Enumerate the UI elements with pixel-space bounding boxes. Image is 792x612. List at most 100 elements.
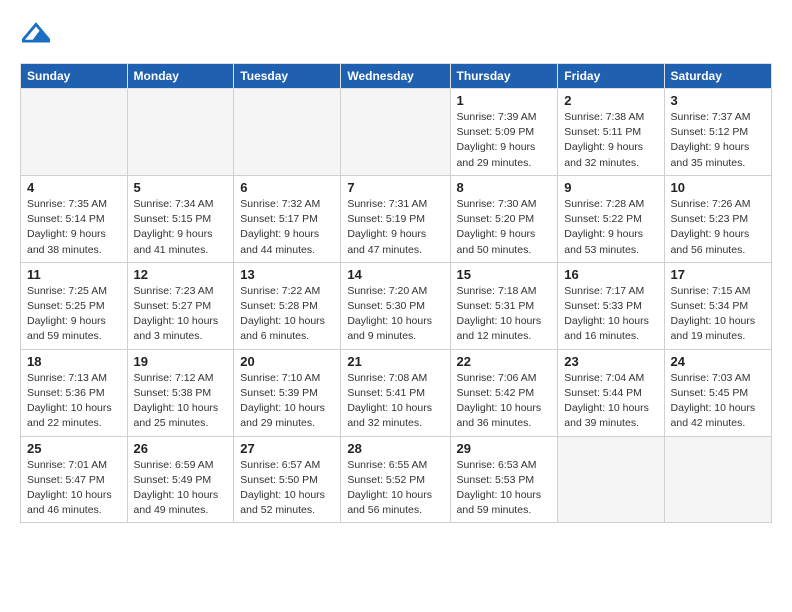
- calendar-cell: 1 Sunrise: 7:39 AMSunset: 5:09 PMDaylight…: [450, 89, 558, 176]
- day-header-monday: Monday: [127, 64, 234, 89]
- week-row-2: 4 Sunrise: 7:35 AMSunset: 5:14 PMDaylight…: [21, 175, 772, 262]
- day-info: Sunrise: 7:35 AMSunset: 5:14 PMDaylight:…: [27, 197, 121, 258]
- calendar-cell: 26 Sunrise: 6:59 AMSunset: 5:49 PMDayligh…: [127, 436, 234, 523]
- day-number: 17: [671, 267, 765, 282]
- day-info: Sunrise: 7:30 AMSunset: 5:20 PMDaylight:…: [457, 197, 552, 258]
- header: [20, 18, 772, 51]
- day-info: Sunrise: 7:17 AMSunset: 5:33 PMDaylight:…: [564, 284, 657, 345]
- day-header-thursday: Thursday: [450, 64, 558, 89]
- day-info: Sunrise: 6:59 AMSunset: 5:49 PMDaylight:…: [134, 458, 228, 519]
- calendar-cell: [558, 436, 664, 523]
- calendar-cell: 10 Sunrise: 7:26 AMSunset: 5:23 PMDayligh…: [664, 175, 771, 262]
- day-info: Sunrise: 7:34 AMSunset: 5:15 PMDaylight:…: [134, 197, 228, 258]
- calendar-cell: 28Sunrise: 6:55 AMSunset: 5:52 PMDayligh…: [341, 436, 450, 523]
- calendar-cell: [664, 436, 771, 523]
- calendar-cell: 23 Sunrise: 7:04 AMSunset: 5:44 PMDayligh…: [558, 349, 664, 436]
- day-info: Sunrise: 7:25 AMSunset: 5:25 PMDaylight:…: [27, 284, 121, 345]
- day-info: Sunrise: 7:39 AMSunset: 5:09 PMDaylight:…: [457, 110, 552, 171]
- day-info: Sunrise: 6:57 AMSunset: 5:50 PMDaylight:…: [240, 458, 334, 519]
- day-info: Sunrise: 7:01 AMSunset: 5:47 PMDaylight:…: [27, 458, 121, 519]
- day-info: Sunrise: 7:20 AMSunset: 5:30 PMDaylight:…: [347, 284, 443, 345]
- day-number: 5: [134, 180, 228, 195]
- day-number: 19: [134, 354, 228, 369]
- day-info: Sunrise: 7:38 AMSunset: 5:11 PMDaylight:…: [564, 110, 657, 171]
- calendar-cell: [127, 89, 234, 176]
- day-info: Sunrise: 7:15 AMSunset: 5:34 PMDaylight:…: [671, 284, 765, 345]
- calendar-page: SundayMondayTuesdayWednesdayThursdayFrid…: [0, 0, 792, 533]
- day-info: Sunrise: 7:08 AMSunset: 5:41 PMDaylight:…: [347, 371, 443, 432]
- calendar-cell: 3 Sunrise: 7:37 AMSunset: 5:12 PMDaylight…: [664, 89, 771, 176]
- day-number: 6: [240, 180, 334, 195]
- calendar-cell: 5 Sunrise: 7:34 AMSunset: 5:15 PMDaylight…: [127, 175, 234, 262]
- day-info: Sunrise: 7:04 AMSunset: 5:44 PMDaylight:…: [564, 371, 657, 432]
- day-number: 22: [457, 354, 552, 369]
- day-info: Sunrise: 7:22 AMSunset: 5:28 PMDaylight:…: [240, 284, 334, 345]
- calendar-cell: 27 Sunrise: 6:57 AMSunset: 5:50 PMDayligh…: [234, 436, 341, 523]
- day-number: 25: [27, 441, 121, 456]
- calendar-cell: 6 Sunrise: 7:32 AMSunset: 5:17 PMDaylight…: [234, 175, 341, 262]
- calendar-cell: 21 Sunrise: 7:08 AMSunset: 5:41 PMDayligh…: [341, 349, 450, 436]
- calendar-cell: 17 Sunrise: 7:15 AMSunset: 5:34 PMDayligh…: [664, 262, 771, 349]
- day-number: 3: [671, 93, 765, 108]
- day-number: 1: [457, 93, 552, 108]
- day-number: 26: [134, 441, 228, 456]
- day-number: 23: [564, 354, 657, 369]
- day-number: 2: [564, 93, 657, 108]
- week-row-4: 18Sunrise: 7:13 AMSunset: 5:36 PMDayligh…: [21, 349, 772, 436]
- day-number: 10: [671, 180, 765, 195]
- week-row-1: 1 Sunrise: 7:39 AMSunset: 5:09 PMDaylight…: [21, 89, 772, 176]
- day-info: Sunrise: 7:23 AMSunset: 5:27 PMDaylight:…: [134, 284, 228, 345]
- day-number: 9: [564, 180, 657, 195]
- day-number: 13: [240, 267, 334, 282]
- day-header-saturday: Saturday: [664, 64, 771, 89]
- day-number: 15: [457, 267, 552, 282]
- day-info: Sunrise: 7:10 AMSunset: 5:39 PMDaylight:…: [240, 371, 334, 432]
- day-info: Sunrise: 7:26 AMSunset: 5:23 PMDaylight:…: [671, 197, 765, 258]
- day-number: 29: [457, 441, 552, 456]
- calendar-cell: 15Sunrise: 7:18 AMSunset: 5:31 PMDayligh…: [450, 262, 558, 349]
- days-header-row: SundayMondayTuesdayWednesdayThursdayFrid…: [21, 64, 772, 89]
- day-number: 20: [240, 354, 334, 369]
- calendar-cell: 19Sunrise: 7:12 AMSunset: 5:38 PMDayligh…: [127, 349, 234, 436]
- day-number: 12: [134, 267, 228, 282]
- day-number: 4: [27, 180, 121, 195]
- calendar-cell: 4 Sunrise: 7:35 AMSunset: 5:14 PMDaylight…: [21, 175, 128, 262]
- day-number: 16: [564, 267, 657, 282]
- calendar-cell: [234, 89, 341, 176]
- day-info: Sunrise: 6:53 AMSunset: 5:53 PMDaylight:…: [457, 458, 552, 519]
- calendar-cell: 29 Sunrise: 6:53 AMSunset: 5:53 PMDayligh…: [450, 436, 558, 523]
- calendar-cell: [341, 89, 450, 176]
- calendar-cell: 16 Sunrise: 7:17 AMSunset: 5:33 PMDayligh…: [558, 262, 664, 349]
- calendar-cell: 22Sunrise: 7:06 AMSunset: 5:42 PMDayligh…: [450, 349, 558, 436]
- calendar-table: SundayMondayTuesdayWednesdayThursdayFrid…: [20, 63, 772, 523]
- day-info: Sunrise: 7:32 AMSunset: 5:17 PMDaylight:…: [240, 197, 334, 258]
- calendar-cell: 13 Sunrise: 7:22 AMSunset: 5:28 PMDayligh…: [234, 262, 341, 349]
- day-number: 24: [671, 354, 765, 369]
- calendar-cell: 8 Sunrise: 7:30 AMSunset: 5:20 PMDaylight…: [450, 175, 558, 262]
- day-info: Sunrise: 7:28 AMSunset: 5:22 PMDaylight:…: [564, 197, 657, 258]
- day-header-friday: Friday: [558, 64, 664, 89]
- week-row-3: 11Sunrise: 7:25 AMSunset: 5:25 PMDayligh…: [21, 262, 772, 349]
- calendar-cell: 7Sunrise: 7:31 AMSunset: 5:19 PMDaylight…: [341, 175, 450, 262]
- day-number: 8: [457, 180, 552, 195]
- calendar-cell: [21, 89, 128, 176]
- day-header-sunday: Sunday: [21, 64, 128, 89]
- logo: [20, 18, 50, 51]
- day-number: 21: [347, 354, 443, 369]
- day-header-wednesday: Wednesday: [341, 64, 450, 89]
- week-row-5: 25 Sunrise: 7:01 AMSunset: 5:47 PMDayligh…: [21, 436, 772, 523]
- calendar-cell: 11Sunrise: 7:25 AMSunset: 5:25 PMDayligh…: [21, 262, 128, 349]
- day-info: Sunrise: 7:13 AMSunset: 5:36 PMDaylight:…: [27, 371, 121, 432]
- calendar-cell: 18Sunrise: 7:13 AMSunset: 5:36 PMDayligh…: [21, 349, 128, 436]
- day-info: Sunrise: 7:37 AMSunset: 5:12 PMDaylight:…: [671, 110, 765, 171]
- day-number: 27: [240, 441, 334, 456]
- logo-icon: [22, 18, 50, 46]
- day-number: 14: [347, 267, 443, 282]
- day-number: 7: [347, 180, 443, 195]
- day-number: 28: [347, 441, 443, 456]
- calendar-cell: 2 Sunrise: 7:38 AMSunset: 5:11 PMDaylight…: [558, 89, 664, 176]
- day-info: Sunrise: 7:03 AMSunset: 5:45 PMDaylight:…: [671, 371, 765, 432]
- calendar-cell: 24 Sunrise: 7:03 AMSunset: 5:45 PMDayligh…: [664, 349, 771, 436]
- day-header-tuesday: Tuesday: [234, 64, 341, 89]
- calendar-cell: 25 Sunrise: 7:01 AMSunset: 5:47 PMDayligh…: [21, 436, 128, 523]
